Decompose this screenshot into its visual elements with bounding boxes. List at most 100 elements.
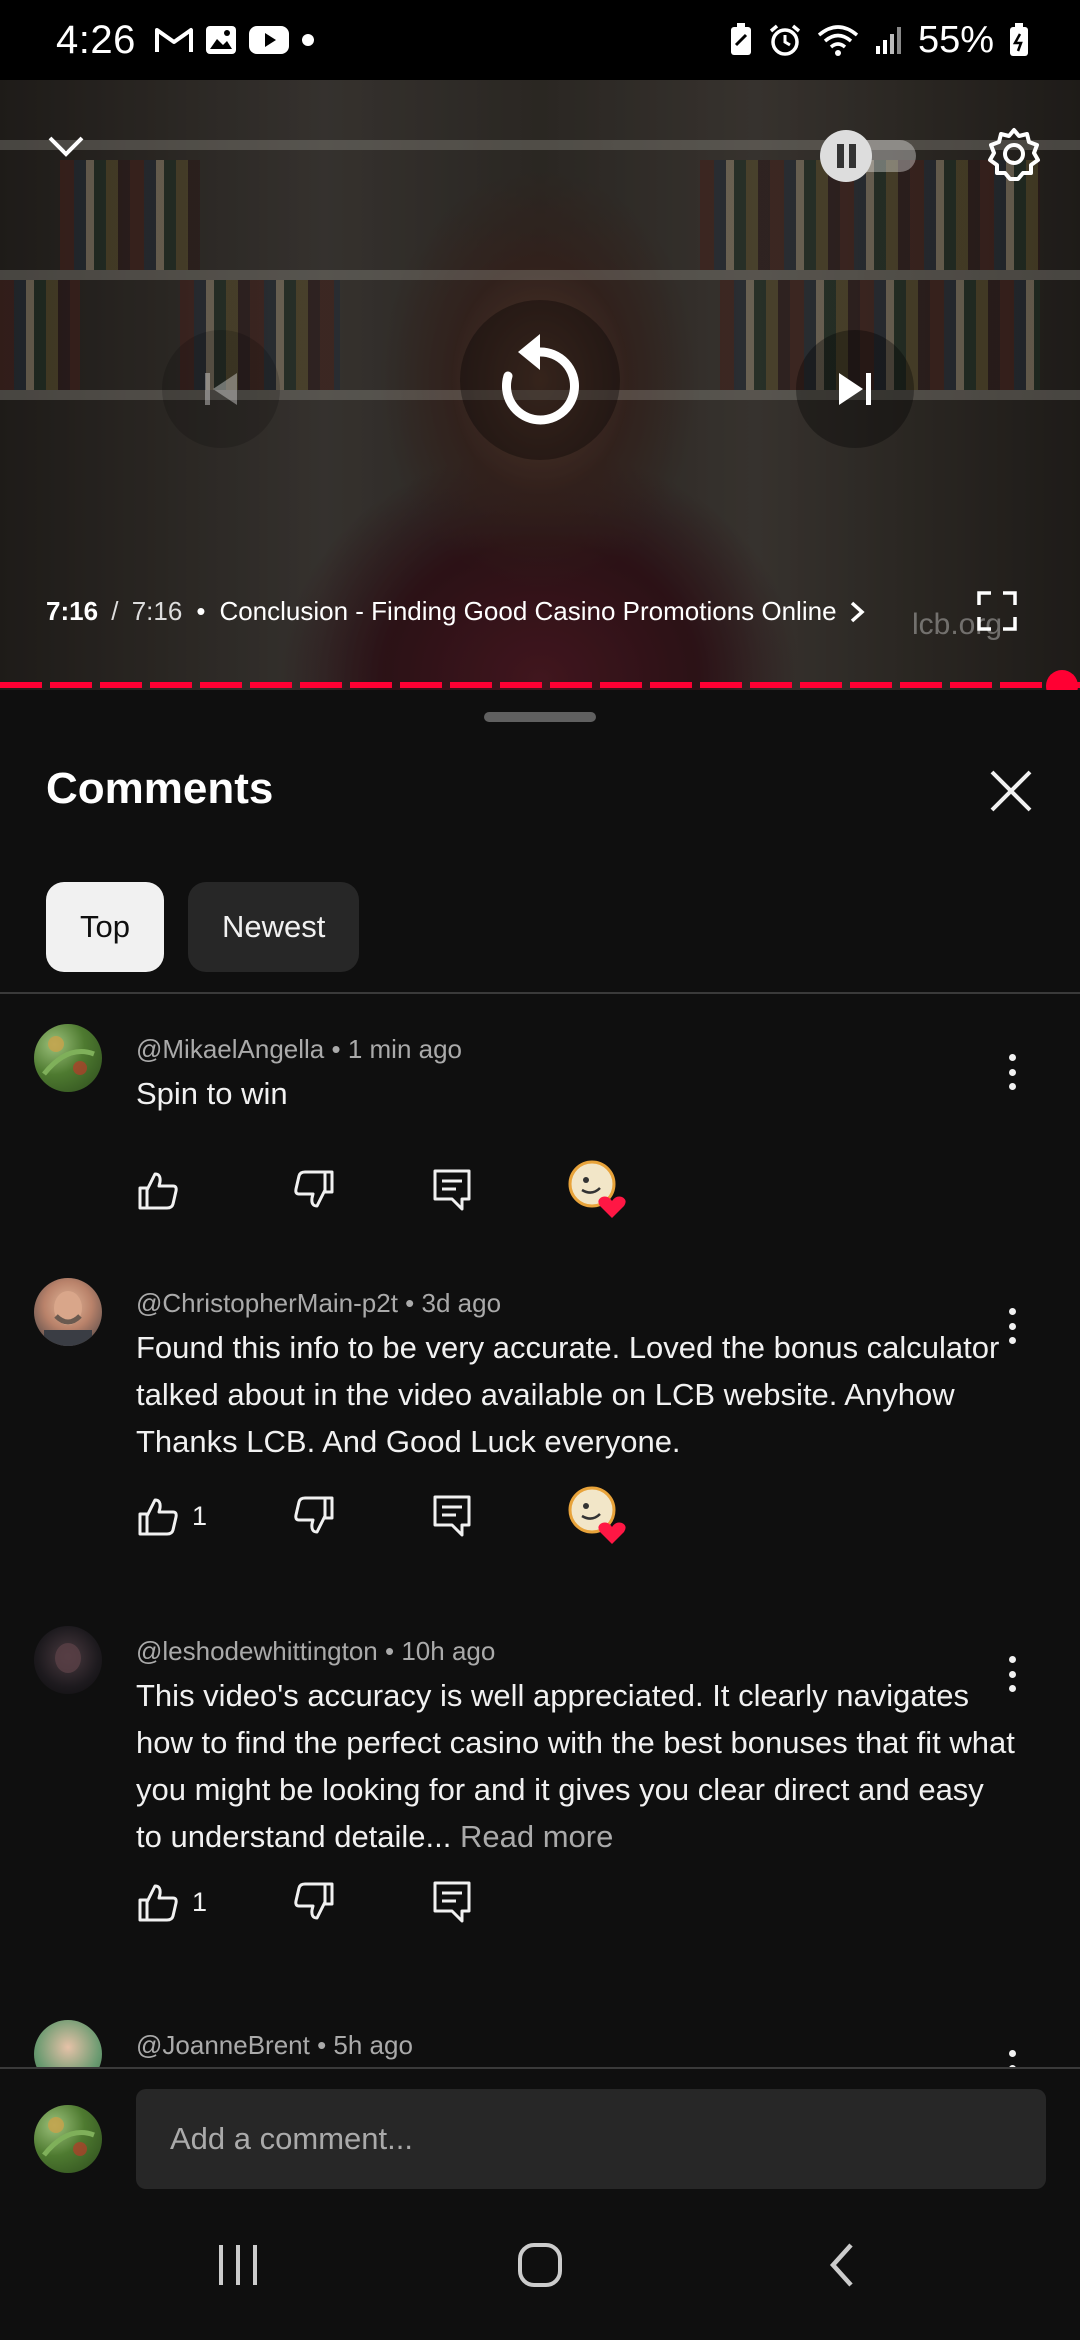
reply-button[interactable] (432, 1880, 568, 1924)
wifi-icon (817, 25, 859, 56)
comment-text: Found this info to be very accurate. Lov… (136, 1330, 1000, 1459)
recents-button[interactable] (198, 2230, 278, 2300)
my-avatar (34, 2105, 102, 2173)
comment-author[interactable]: @ChristopherMain-p2t (136, 1288, 398, 1318)
video-player[interactable]: 7:16 / 7:16 • Conclusion - Finding Good … (0, 80, 1080, 690)
comment-more-button[interactable] (998, 1304, 1026, 1348)
comment-item: @JoanneBrent • 5h ago (0, 2016, 1080, 2068)
sort-chips: Top Newest (46, 882, 360, 972)
meta-separator: • (377, 1636, 402, 1666)
add-comment-bar: Add a comment... (0, 2067, 1080, 2190)
comment-author[interactable]: @MikaelAngella (136, 1034, 324, 1064)
like-button[interactable]: 1 (136, 1880, 292, 1924)
recents-icon (219, 2245, 257, 2285)
like-count: 1 (192, 1500, 208, 1531)
battery-percent: 55% (917, 18, 994, 61)
meta-separator: • (397, 1288, 422, 1318)
chip-top[interactable]: Top (46, 882, 164, 972)
fullscreen-icon (977, 591, 1017, 631)
reply-button[interactable] (432, 1494, 568, 1538)
drag-handle[interactable] (484, 712, 596, 722)
comment-more-button[interactable] (998, 1652, 1026, 1696)
time-chapter-row: 7:16 / 7:16 • Conclusion - Finding Good … (46, 596, 869, 627)
home-button[interactable] (500, 2230, 580, 2300)
previous-button[interactable] (162, 330, 280, 448)
fullscreen-button[interactable] (974, 588, 1020, 634)
status-time: 4:26 (56, 17, 136, 62)
comment-meta: @MikaelAngella • 1 min ago (136, 1034, 462, 1065)
dislike-button[interactable] (292, 1494, 432, 1538)
reply-icon (433, 1169, 471, 1211)
comment-meta: @leshodewhittington • 10h ago (136, 1636, 495, 1667)
battery-icon (1010, 23, 1028, 56)
battery-saver-icon (730, 23, 751, 55)
add-comment-input[interactable]: Add a comment... (136, 2089, 1046, 2189)
creator-heart-icon (568, 1160, 626, 1218)
autoplay-toggle[interactable] (818, 126, 922, 186)
time-separator: / (104, 596, 126, 626)
comment-meta: @ChristopherMain-p2t • 3d ago (136, 1288, 501, 1319)
total-time: 7:16 (131, 596, 183, 626)
chevron-right-icon[interactable] (845, 598, 869, 626)
thumbs-down-icon (294, 1882, 334, 1920)
dislike-button[interactable] (292, 1880, 432, 1924)
comment-more-button[interactable] (998, 2046, 1026, 2068)
divider (0, 992, 1080, 994)
comment-time: 3d ago (421, 1288, 502, 1318)
chapter-dot: • (196, 596, 206, 626)
reply-button[interactable] (432, 1168, 568, 1212)
reply-icon (433, 1495, 471, 1537)
settings-button[interactable] (982, 122, 1046, 186)
comment-more-button[interactable] (998, 1050, 1026, 1094)
meta-separator: • (324, 1034, 348, 1064)
chevron-down-icon (48, 136, 84, 157)
back-icon (829, 2243, 853, 2287)
comment-meta: @JoanneBrent • 5h ago (136, 2030, 413, 2061)
comment-text-wrap: This video's accuracy is well appreciate… (136, 1672, 1016, 1860)
autoplay-pause-icon (820, 130, 916, 182)
comments-title: Comments (46, 764, 274, 813)
gear-icon (988, 128, 1040, 181)
navigation-bar (0, 2190, 1080, 2340)
comment-actions (136, 1160, 628, 1220)
dot-icon (301, 34, 314, 46)
meta-separator: • (309, 2030, 334, 2060)
dislike-button[interactable] (292, 1168, 432, 1212)
alarm-icon (769, 24, 801, 56)
close-icon (990, 770, 1032, 812)
youtube-icon (248, 26, 289, 54)
thumbs-up-icon (138, 1172, 178, 1210)
comment-text: Spin to win (136, 1076, 288, 1111)
avatar[interactable] (34, 2020, 102, 2068)
signal-icon (875, 27, 901, 54)
creator-heart-icon (568, 1486, 626, 1544)
like-button[interactable]: 1 (136, 1494, 292, 1538)
status-bar: 4:26 55% (0, 0, 1080, 80)
replay-icon (502, 334, 579, 425)
read-more-link[interactable]: Read more (460, 1819, 613, 1854)
creator-heart-badge (568, 1486, 628, 1546)
thumbs-up-icon (138, 1498, 178, 1536)
back-button[interactable] (802, 2230, 882, 2300)
thumbs-down-icon (294, 1496, 334, 1534)
comment-actions: 1 (136, 1880, 568, 1924)
chip-newest[interactable]: Newest (187, 882, 360, 972)
minimize-button[interactable] (36, 116, 96, 176)
current-time: 7:16 (46, 596, 99, 626)
comment-time: 1 min ago (347, 1034, 463, 1064)
next-button[interactable] (796, 330, 914, 448)
like-button[interactable] (136, 1168, 292, 1212)
progress-bar[interactable] (0, 682, 1080, 688)
chapter-title[interactable]: Conclusion - Finding Good Casino Promoti… (219, 596, 836, 627)
comment-author[interactable]: @JoanneBrent (136, 2030, 310, 2060)
thumbs-down-icon (294, 1170, 334, 1208)
close-button[interactable] (986, 766, 1036, 816)
comment-author[interactable]: @leshodewhittington (136, 1636, 378, 1666)
gmail-icon (154, 28, 193, 52)
home-icon (518, 2243, 562, 2287)
avatar[interactable] (34, 1626, 102, 1694)
avatar[interactable] (34, 1024, 102, 1092)
avatar[interactable] (34, 1278, 102, 1346)
replay-button[interactable] (460, 300, 620, 460)
skip-previous-icon (205, 373, 237, 405)
